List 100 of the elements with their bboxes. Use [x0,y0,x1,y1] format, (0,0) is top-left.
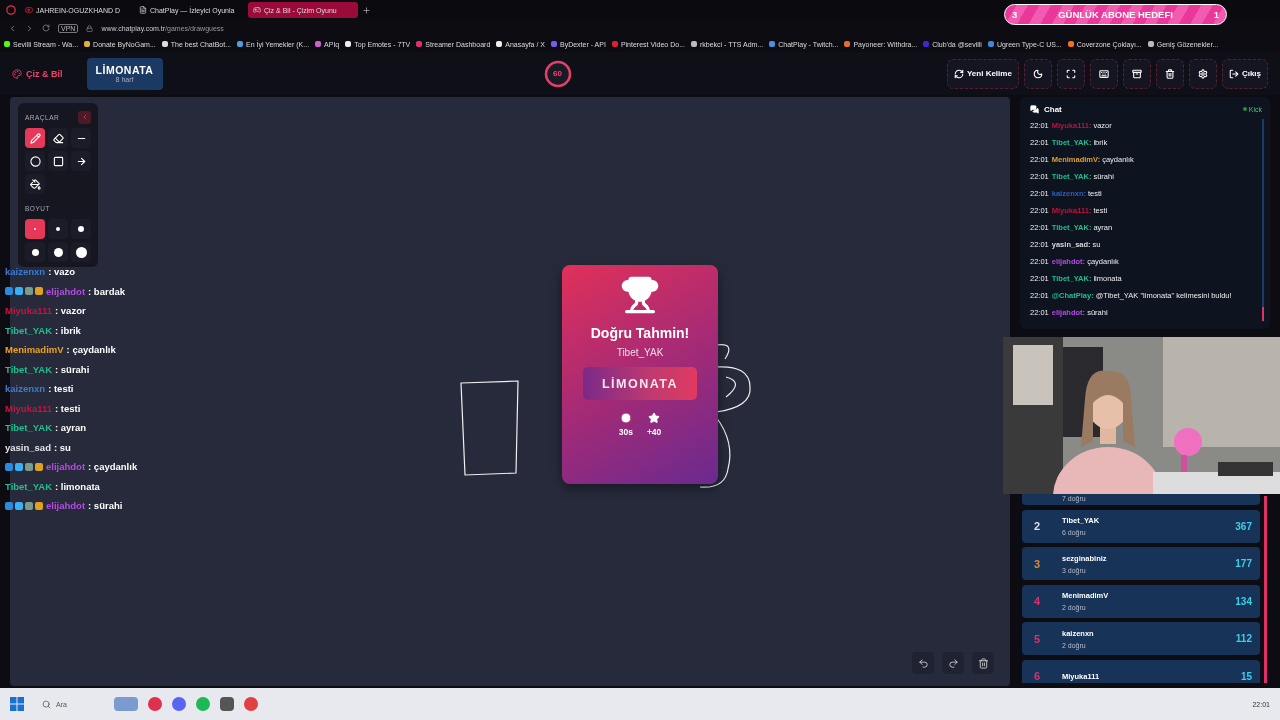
app-logo: Çiz & Bil [26,68,63,79]
chat-message: : sürahi [55,363,90,375]
rank-number: 5 [1034,632,1042,645]
pencil-icon [29,132,41,144]
chat-message: : çaydanlık [66,344,116,356]
chat-message: : bardak [88,285,126,297]
paint-bucket-icon [29,178,41,190]
lock-icon [86,24,94,32]
chat-badges [5,462,43,471]
archive-button[interactable] [1122,58,1151,89]
square-icon [52,155,64,167]
tool-button[interactable] [48,128,68,148]
forward-icon[interactable] [25,23,34,33]
player-score: 112 [1235,633,1252,644]
time-value: 30s [618,427,633,437]
new-tab-icon[interactable] [362,5,371,15]
chat-icon [1030,104,1039,114]
tool-button[interactable] [25,174,45,194]
trash-button[interactable] [1155,58,1184,89]
chat-message: : ayran [55,422,87,434]
taskbar-app-icon[interactable] [244,697,258,711]
clear-button[interactable] [972,652,994,674]
size-button[interactable] [71,242,91,262]
chat-message: : limonata [55,480,100,492]
tool-button[interactable] [25,151,45,171]
rank-number: 6 [1034,670,1042,682]
chat-username: elijahdot [46,285,86,297]
player-score: 177 [1235,558,1252,569]
tool-button[interactable] [71,151,91,171]
fullscreen-button[interactable] [1056,58,1085,89]
keyboard-icon [1098,68,1109,79]
undo-button[interactable] [912,652,934,674]
refresh-icon [953,68,964,79]
refresh-button[interactable]: Yeni Kelime [946,58,1019,89]
chat-message: : testi [48,383,74,395]
rank-number: 4 [1034,595,1042,607]
taskbar-app-icon[interactable] [148,697,162,711]
chat-username: Tibet_YAK [5,422,52,434]
chat-username: kaizenxn [5,383,46,395]
settings-button[interactable] [1188,58,1217,89]
answer-word: LİMONATA [583,367,697,400]
archive-icon [1131,68,1142,79]
chat-username: elijahdot [46,461,86,473]
reload-icon[interactable] [42,24,50,32]
keyboard-button[interactable] [1089,58,1118,89]
exit-button[interactable]: Çıkış [1221,58,1268,89]
arrow-icon [75,155,87,167]
winner-name: Tibet_YAK [616,347,664,358]
browser-logo-icon[interactable] [6,5,16,15]
chat-username: Tibet_YAK [5,363,52,375]
chat-message: : sürahi [88,500,123,512]
chat-message: : vazo [48,266,76,278]
chat-username: Miyuka111 [5,305,52,317]
chat-username: Tibet_YAK [5,480,52,492]
chat-badges [5,287,43,296]
page-icon [139,6,147,14]
points-value: +40 [646,427,662,437]
redo-icon [947,657,959,669]
gamepad-icon [253,6,261,14]
rank-number: 2 [1034,520,1042,532]
size-button[interactable] [48,242,68,262]
result-title: Doğru Tahmin! [590,325,690,341]
eraser-icon [52,132,64,144]
circle-icon [29,155,41,167]
chat-message: : ibrik [55,324,81,336]
goal-target: 1 [1213,9,1219,20]
chat-username: Tibet_YAK [5,324,52,336]
moon-icon [1032,68,1043,79]
tool-button[interactable] [25,128,45,148]
chat-username: yasin_sad [5,441,51,453]
scroll-bar[interactable] [1264,496,1267,683]
taskbar-app-icon[interactable] [220,697,234,711]
scroll-thumb[interactable] [1262,307,1264,321]
trophy-icon [620,275,660,315]
palette-icon [12,68,22,79]
redo-button[interactable] [942,652,964,674]
chat-badges [5,501,43,510]
exit-icon [1228,68,1239,79]
moon-button[interactable] [1023,58,1052,89]
tool-button[interactable] [48,151,68,171]
search-icon [42,699,51,709]
chat-message: : çaydanlık [88,461,138,473]
size-button[interactable] [25,242,45,262]
goal-title: GÜNLÜK ABONE HEDEFI [1058,9,1173,20]
video-icon [25,6,33,14]
size-button[interactable] [71,219,91,239]
fullscreen-icon [1065,68,1076,79]
chat-username: Miyuka111 [5,402,52,414]
player-score: 15 [1240,670,1252,682]
taskbar-app-icon[interactable] [172,697,186,711]
chat-title: Chat [1044,104,1062,114]
chat-message: : testi [55,402,81,414]
timer-value: 60 [553,69,562,78]
secret-word: LİMONATA [95,64,154,76]
undo-icon [917,657,929,669]
chat-username: elijahdot [46,500,86,512]
chat-username: kaizenxn [5,266,46,278]
back-icon[interactable] [8,23,17,33]
chat-username: MenimadimV [5,344,64,356]
size-button[interactable] [48,219,68,239]
